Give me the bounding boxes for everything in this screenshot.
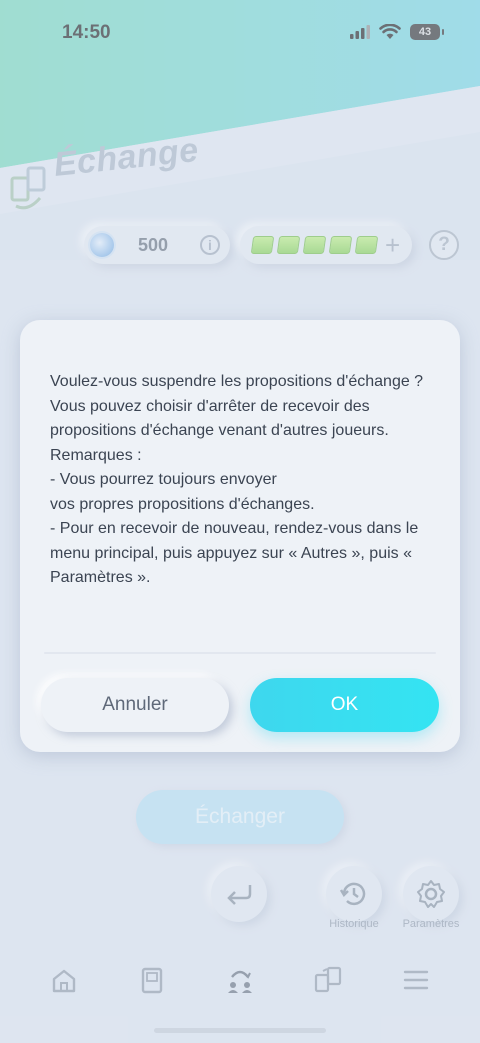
cancel-button[interactable]: Annuler bbox=[41, 678, 229, 732]
dialog-divider bbox=[44, 652, 436, 654]
dialog-message: Voulez-vous suspendre les propositions d… bbox=[50, 373, 424, 586]
ok-button[interactable]: OK bbox=[250, 678, 439, 732]
